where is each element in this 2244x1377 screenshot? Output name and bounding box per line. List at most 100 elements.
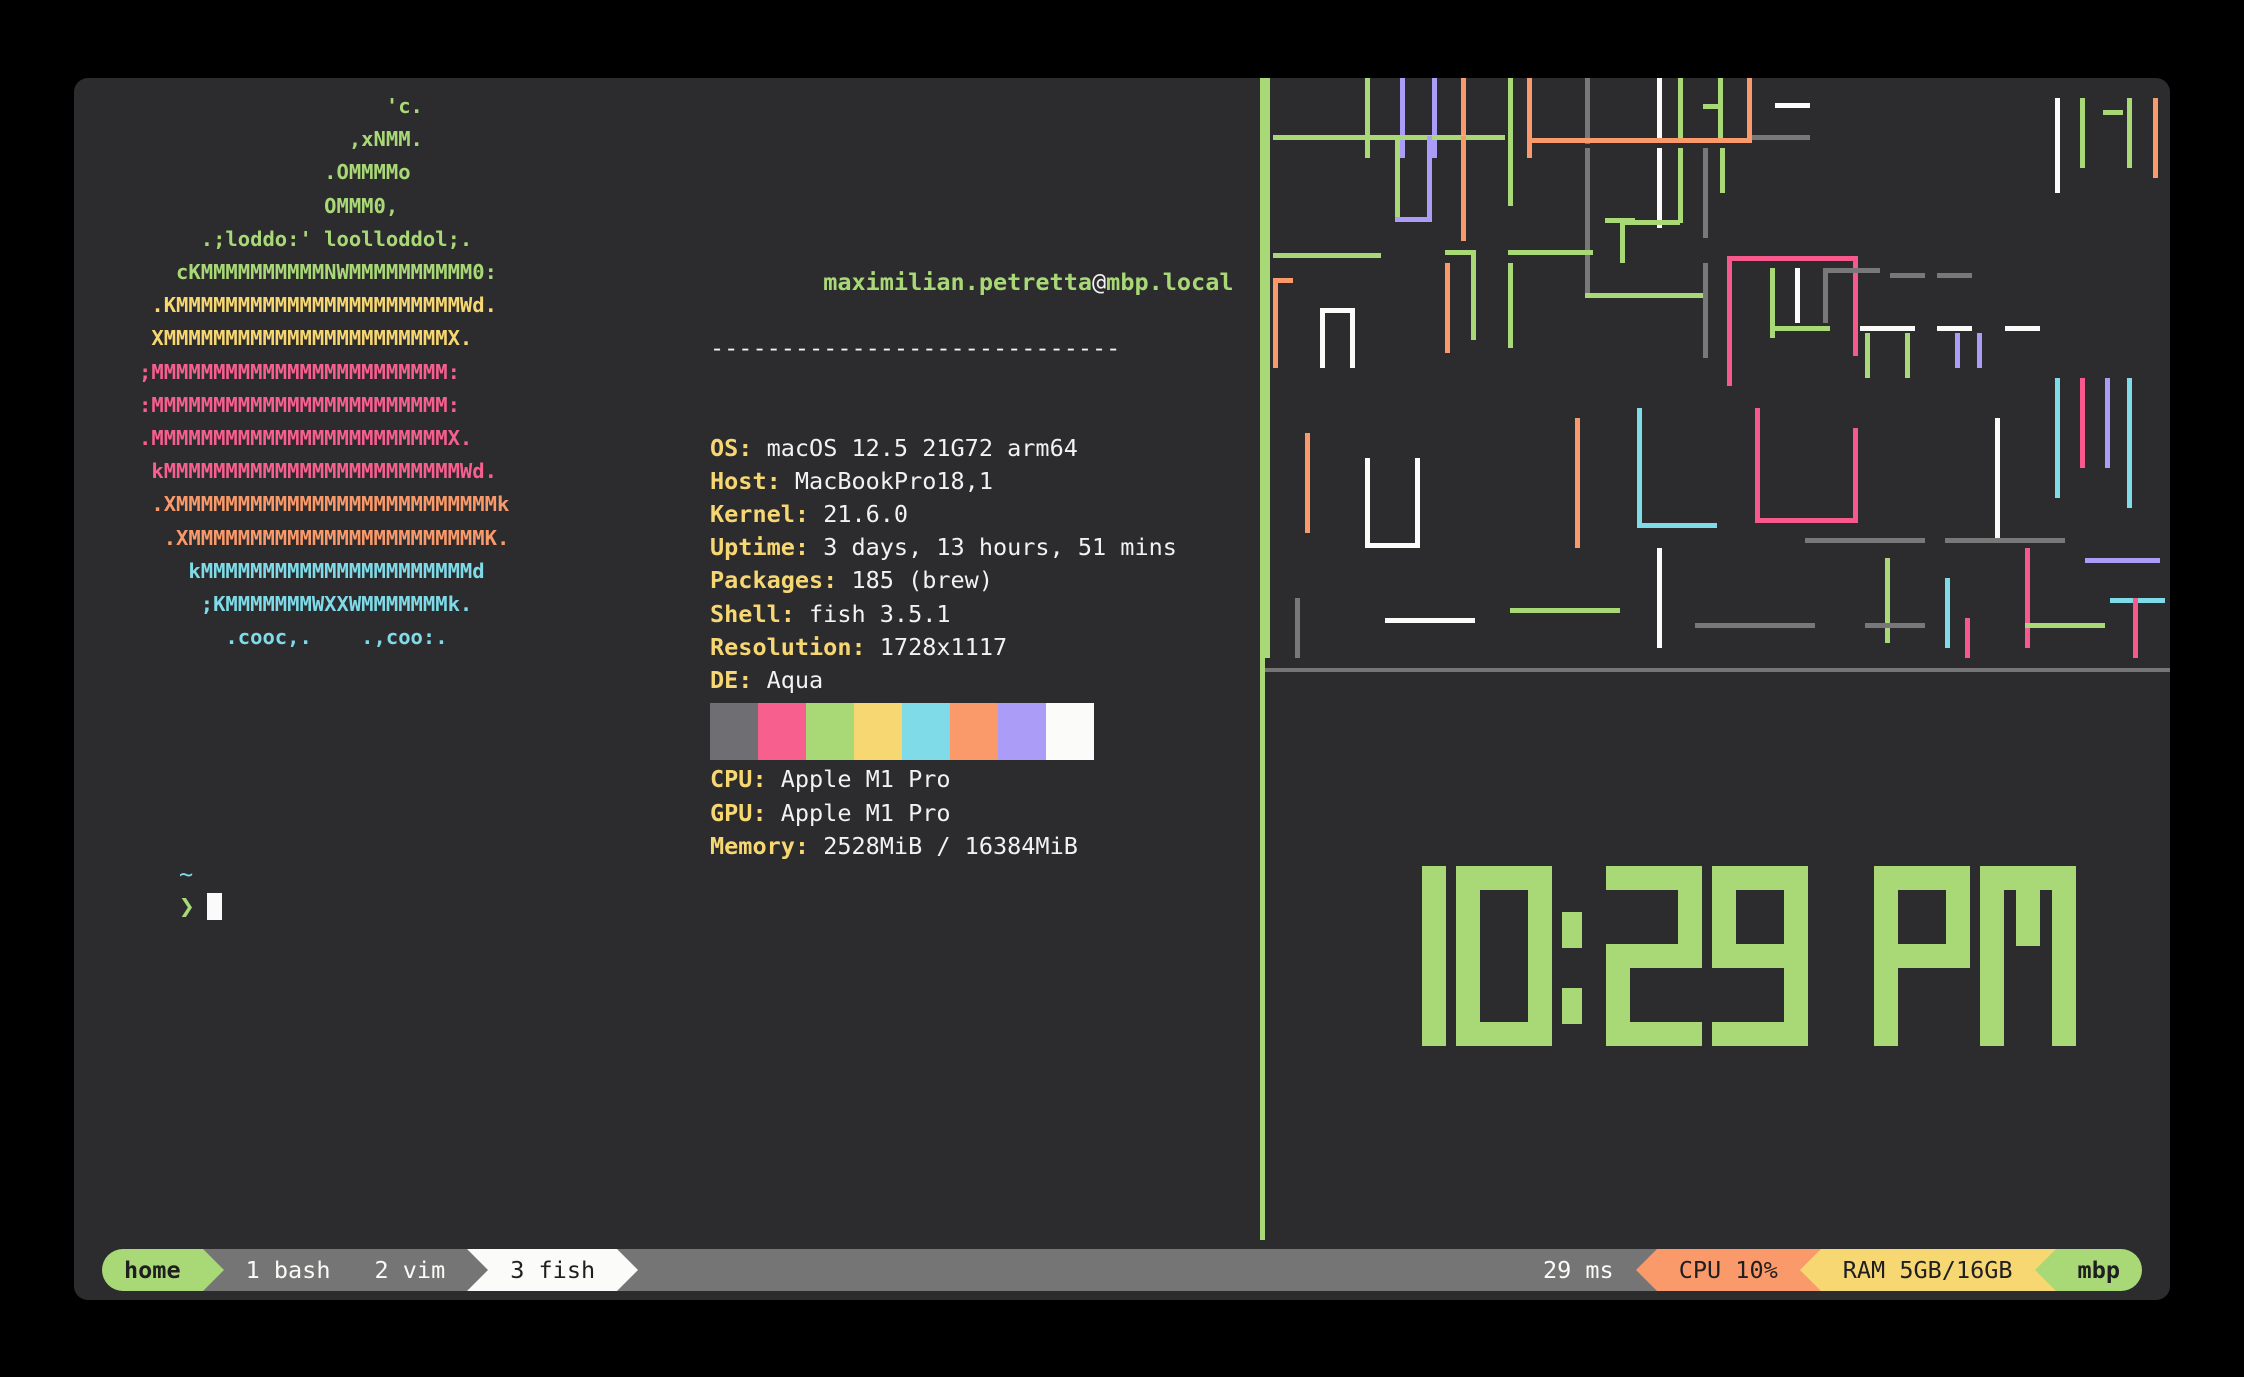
pipe-segment: [1510, 608, 1620, 613]
status-segment[interactable]: mbp: [2055, 1249, 2142, 1291]
pipe-segment: [1703, 263, 1708, 358]
pipe-segment: [1265, 78, 1270, 658]
pipe-segment: [2133, 598, 2138, 658]
neofetch-field-row: CPU: Apple M1 Pro: [710, 763, 1234, 796]
clock-glyph: [1979, 866, 2076, 1046]
neofetch-field-key: Packages:: [710, 566, 838, 595]
neofetch-field-key: OS:: [710, 433, 753, 462]
pipe-segment: [1508, 250, 1593, 255]
palette-swatch: [854, 703, 902, 760]
pipe-segment: [1445, 263, 1450, 353]
clock-glyph: [1455, 866, 1552, 1046]
prompt-line[interactable]: ❯: [179, 891, 222, 924]
status-segment[interactable]: 2 vim: [352, 1249, 468, 1291]
neofetch-field-row: OS: macOS 12.5 21G72 arm64: [710, 432, 1234, 465]
clock-glyph: [1350, 866, 1446, 1046]
pipe-segment: [1415, 458, 1420, 548]
pane-left-shell[interactable]: 'c. ,xNMM. .OMMMMo OMMM0, .;loddo:' lool…: [74, 78, 1265, 1240]
text-cursor[interactable]: [206, 893, 222, 921]
neofetch-field-row: DE: Aqua: [710, 664, 1234, 697]
neofetch-separator: -----------------------------: [710, 334, 1121, 362]
neofetch-field-value: 21.6.0: [809, 499, 909, 528]
clock-display: [1350, 866, 2086, 1046]
status-chevron: [202, 1249, 224, 1291]
pipe-segment: [2025, 623, 2105, 628]
status-segment[interactable]: 29 ms: [1520, 1249, 1636, 1291]
status-segment[interactable]: CPU 10%: [1656, 1249, 1800, 1291]
status-chevron: [1635, 1249, 1657, 1291]
pipe-segment: [1395, 136, 1400, 221]
prompt-cwd: ~: [179, 860, 194, 888]
pipe-segment: [1678, 78, 1683, 138]
pipe-segment: [1937, 273, 1972, 278]
neofetch-field-value: fish 3.5.1: [794, 599, 951, 628]
neofetch-field-row: Kernel: 21.6.0: [710, 498, 1234, 531]
neofetch-field-row: Host: MacBookPro18,1: [710, 465, 1234, 498]
clock-glyph: [1711, 866, 1808, 1046]
ascii-line: .XMMMMMMMMMMMMMMMMMMMMMMMMMMk: [102, 492, 510, 517]
ascii-line: .;loddo:' loolloddol;.: [102, 226, 473, 251]
neofetch-field-key: Memory:: [710, 831, 810, 860]
neofetch-field-value: 1728x1117: [865, 632, 1008, 661]
clock-glyph: [1561, 866, 1596, 1046]
pipe-segment: [1350, 308, 1355, 368]
pipe-segment: [1770, 326, 1830, 331]
neofetch-username: maximilian.petretta: [823, 267, 1093, 296]
ascii-line: .KMMMMMMMMMMMMMMMMMMMMMMMWd.: [102, 293, 497, 318]
pipe-segment: [1727, 256, 1857, 261]
neofetch-field-value: macOS 12.5 21G72 arm64: [752, 433, 1078, 462]
ascii-line: 'c.: [102, 94, 423, 118]
palette-swatch: [1046, 703, 1094, 760]
status-chevron: [1799, 1249, 1821, 1291]
pipe-segment: [1395, 217, 1432, 222]
pipe-segment: [1471, 250, 1476, 340]
pipe-segment: [1637, 523, 1717, 528]
neofetch-field-value: Apple M1 Pro: [766, 765, 951, 794]
prompt-symbol: ❯: [179, 892, 195, 923]
pipe-segment: [1657, 548, 1662, 648]
neofetch-user-host: maximilian.petretta@mbp.local: [710, 232, 1233, 296]
status-segment[interactable]: 3 fish: [488, 1249, 618, 1291]
pipe-segment: [1747, 78, 1752, 141]
neofetch-field-row: Uptime: 3 days, 13 hours, 51 mins: [710, 531, 1234, 564]
neofetch-field-key: Shell:: [710, 599, 795, 628]
neofetch-field-key: Resolution:: [710, 632, 866, 661]
pipes-screensaver[interactable]: [1265, 78, 2170, 658]
pipe-segment: [2005, 326, 2040, 331]
shell-prompt[interactable]: ~ ❯: [179, 858, 222, 924]
ascii-line: :MMMMMMMMMMMMMMMMMMMMMMMM:: [102, 392, 460, 417]
neofetch-field-value: Aqua: [752, 665, 824, 694]
status-chevron: [2034, 1249, 2056, 1291]
tmux-status-bar: home 1 bash 2 vim 3 fish 29 ms CPU 10% RAM 5GB…: [74, 1240, 2170, 1300]
pipe-segment: [1825, 268, 1880, 273]
status-segment[interactable]: RAM 5GB/16GB: [1820, 1249, 2035, 1291]
ascii-line: OMMM0,: [102, 193, 399, 218]
pipe-segment: [1755, 518, 1855, 523]
pipe-segment: [1527, 78, 1532, 158]
neofetch-fields: OS: macOS 12.5 21G72 arm64 Host: MacBookP…: [710, 432, 1234, 863]
status-filler: [638, 1249, 1521, 1291]
pipe-segment: [1775, 103, 1810, 108]
pipe-segment: [1585, 148, 1590, 293]
pipe-segment: [1657, 148, 1662, 228]
pipe-segment: [2055, 98, 2060, 193]
status-segment[interactable]: home: [102, 1249, 203, 1291]
neofetch-at-symbol: @: [1092, 267, 1107, 296]
palette-swatch: [950, 703, 998, 760]
neofetch-field-value: 2528MiB / 16384MiB: [809, 831, 1078, 860]
neofetch-ascii-logo: 'c. ,xNMM. .OMMMMo OMMM0, .;loddo:' lool…: [102, 90, 509, 654]
pane-clock[interactable]: [1265, 672, 2170, 1240]
pipe-segment: [1508, 78, 1513, 206]
pipe-segment: [2025, 548, 2030, 648]
status-segment[interactable]: 1 bash: [223, 1249, 353, 1291]
pipe-segment: [1427, 136, 1432, 221]
palette-swatch: [902, 703, 950, 760]
pipe-segment: [1995, 418, 2000, 538]
pipe-segment: [1273, 278, 1293, 283]
pipe-segment: [2105, 378, 2110, 468]
pipe-segment: [1295, 598, 1300, 658]
neofetch-field-row: Resolution: 1728x1117: [710, 631, 1234, 664]
ascii-line: .MMMMMMMMMMMMMMMMMMMMMMMMX.: [102, 426, 473, 451]
pipe-segment: [2153, 98, 2158, 178]
pipe-segment: [2127, 378, 2132, 508]
